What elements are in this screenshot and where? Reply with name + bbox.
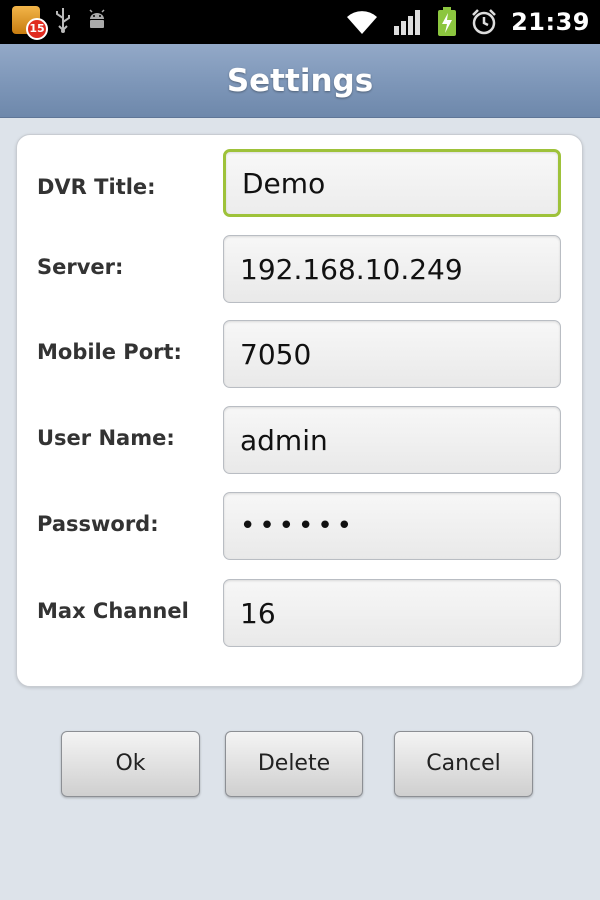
usb-icon xyxy=(56,8,70,33)
cancel-button[interactable]: Cancel xyxy=(394,731,533,797)
mobile-port-label: Mobile Port: xyxy=(37,340,182,364)
server-input[interactable] xyxy=(223,235,561,303)
max-channel-label: Max Channel xyxy=(37,599,189,623)
server-row: Server: xyxy=(17,235,582,307)
page-title: Settings xyxy=(226,63,374,99)
user-name-input[interactable] xyxy=(223,406,561,474)
status-bar: 15 21:39 xyxy=(0,0,600,44)
max-channel-row: Max Channel xyxy=(17,579,582,651)
dvr-title-row: DVR Title: xyxy=(17,149,582,221)
alarm-icon xyxy=(472,9,496,35)
calendar-icon: 15 xyxy=(12,6,48,40)
notification-area: 15 xyxy=(12,6,108,40)
delete-button[interactable]: Delete xyxy=(225,731,363,797)
password-row: Password: xyxy=(17,492,582,564)
mobile-port-input[interactable] xyxy=(223,320,561,388)
user-name-row: User Name: xyxy=(17,406,582,478)
settings-form: DVR Title: Server: Mobile Port: User Nam… xyxy=(16,134,583,687)
server-label: Server: xyxy=(37,255,124,279)
dvr-title-label: DVR Title: xyxy=(37,175,156,199)
clock: 21:39 xyxy=(511,8,590,36)
dvr-title-input[interactable] xyxy=(223,149,561,217)
signal-icon xyxy=(394,10,421,35)
battery-charging-icon xyxy=(438,7,457,36)
password-input[interactable] xyxy=(223,492,561,560)
android-debug-icon xyxy=(89,9,105,28)
ok-button[interactable]: Ok xyxy=(61,731,200,797)
system-status-area: 21:39 xyxy=(345,4,590,40)
user-name-label: User Name: xyxy=(37,426,175,450)
title-bar: Settings xyxy=(0,44,600,118)
mobile-port-row: Mobile Port: xyxy=(17,320,582,392)
password-label: Password: xyxy=(37,512,159,536)
max-channel-input[interactable] xyxy=(223,579,561,647)
notification-badge: 15 xyxy=(26,18,48,40)
wifi-icon xyxy=(347,11,378,34)
